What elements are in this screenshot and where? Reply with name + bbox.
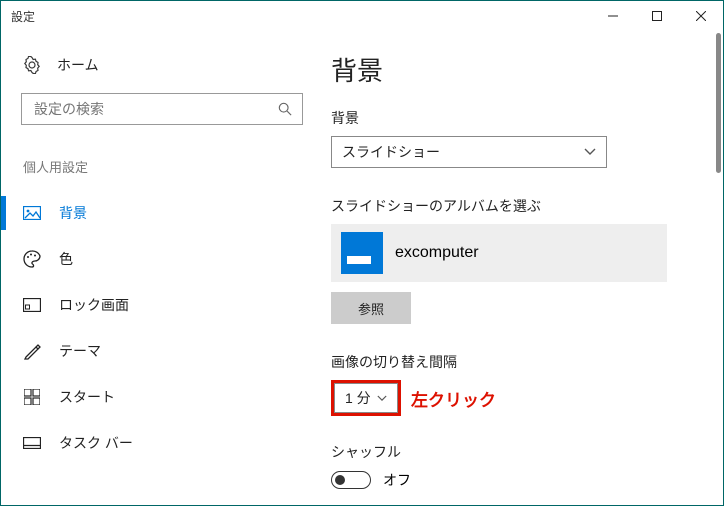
shuffle-label: シャッフル: [331, 442, 703, 462]
scrollbar-thumb[interactable]: [716, 33, 721, 173]
album-item[interactable]: excomputer: [331, 224, 667, 282]
nav-label: スタート: [59, 387, 115, 407]
nav-label: 背景: [59, 203, 87, 223]
close-button[interactable]: [679, 1, 723, 31]
album-label: スライドショーのアルバムを選ぶ: [331, 196, 703, 216]
nav-item-lockscreen[interactable]: ロック画面: [21, 282, 311, 328]
minimize-button[interactable]: [591, 1, 635, 31]
search-box[interactable]: [21, 93, 303, 125]
background-dropdown[interactable]: スライドショー: [331, 136, 607, 168]
gear-icon: [23, 56, 41, 74]
picture-icon: [23, 204, 41, 222]
background-value: スライドショー: [342, 142, 440, 162]
album-name: excomputer: [395, 244, 479, 262]
interval-label: 画像の切り替え間隔: [331, 352, 703, 372]
search-icon: [278, 102, 292, 116]
nav-label: テーマ: [59, 341, 101, 361]
title-bar: 設定: [1, 1, 723, 31]
shuffle-toggle[interactable]: [331, 471, 371, 489]
maximize-button[interactable]: [635, 1, 679, 31]
start-icon: [23, 388, 41, 406]
browse-button[interactable]: 参照: [331, 292, 411, 324]
home-label: ホーム: [57, 55, 99, 75]
main-panel: 背景 背景 スライドショー スライドショーのアルバムを選ぶ excomputer…: [311, 31, 723, 505]
lockscreen-icon: [23, 296, 41, 314]
theme-icon: [23, 342, 41, 360]
palette-icon: [23, 250, 41, 268]
shuffle-value: オフ: [383, 470, 411, 490]
sidebar: ホーム 個人用設定 背景 色: [1, 31, 311, 505]
nav-label: 色: [59, 249, 73, 269]
annotation-text: 左クリック: [411, 386, 496, 411]
nav-group-label: 個人用設定: [23, 157, 311, 176]
chevron-down-icon: [584, 148, 596, 156]
background-label: 背景: [331, 108, 703, 128]
interval-value: 1 分: [345, 388, 371, 408]
taskbar-icon: [23, 434, 41, 452]
chevron-down-icon: [377, 395, 387, 402]
home-nav[interactable]: ホーム: [21, 49, 311, 93]
annotation-highlight: 1 分: [331, 380, 401, 416]
window-title: 設定: [11, 8, 35, 25]
browse-label: 参照: [358, 299, 384, 318]
nav-label: タスク バー: [59, 433, 133, 453]
nav-item-start[interactable]: スタート: [21, 374, 311, 420]
nav-item-background[interactable]: 背景: [21, 190, 311, 236]
nav-item-taskbar[interactable]: タスク バー: [21, 420, 311, 466]
search-input[interactable]: [32, 100, 278, 118]
nav-item-colors[interactable]: 色: [21, 236, 311, 282]
nav-item-themes[interactable]: テーマ: [21, 328, 311, 374]
nav-label: ロック画面: [59, 295, 129, 315]
page-heading: 背景: [331, 51, 703, 88]
settings-window: 設定 ホーム 個人用設定: [0, 0, 724, 506]
folder-icon: [341, 232, 383, 274]
interval-dropdown[interactable]: 1 分: [334, 383, 398, 413]
